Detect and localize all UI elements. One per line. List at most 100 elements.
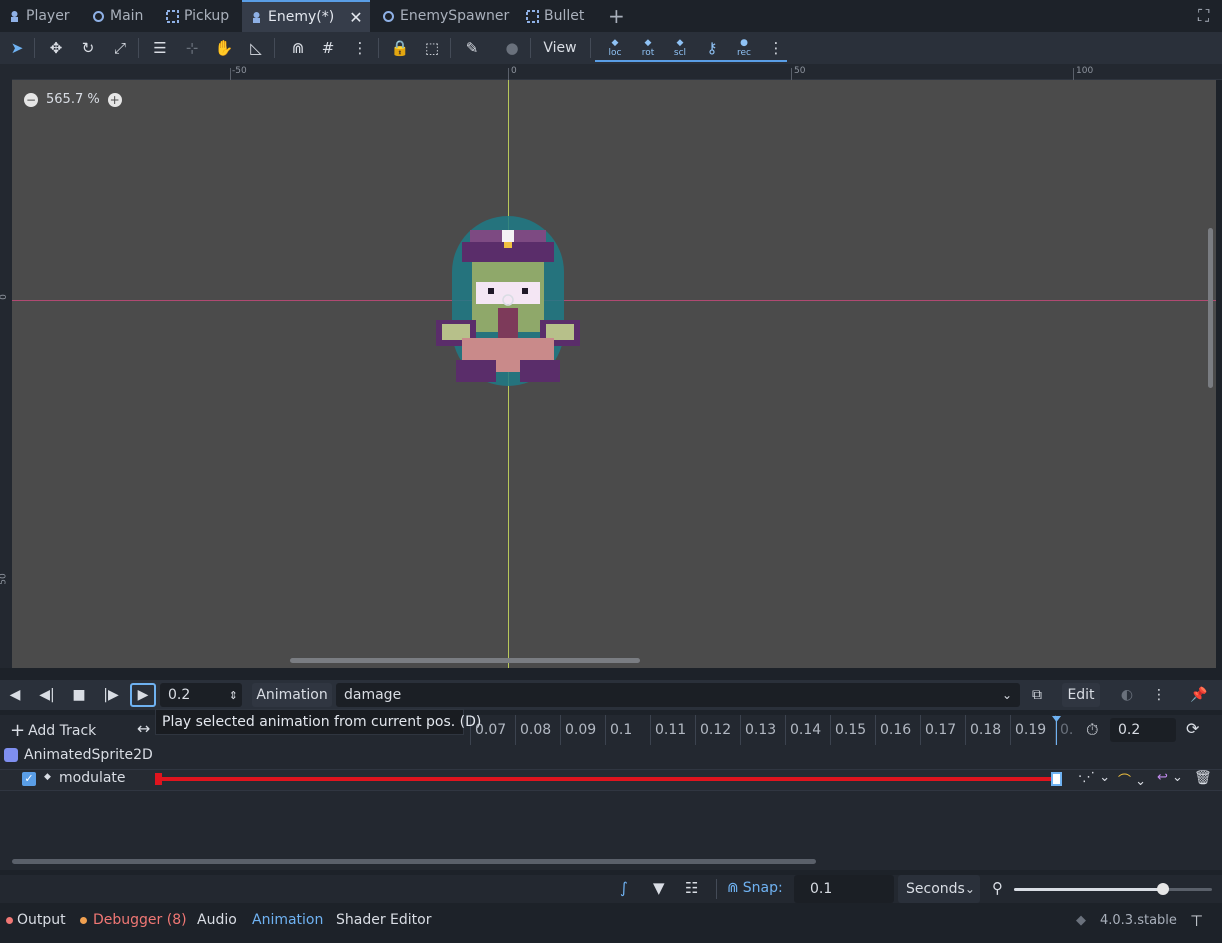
keyframe-selected[interactable] <box>1051 772 1062 786</box>
area-icon <box>526 9 539 23</box>
tab-label: Main <box>110 8 144 24</box>
tracks-horizontal-scrollbar[interactable] <box>12 859 816 864</box>
horizontal-scrollbar[interactable] <box>290 658 640 663</box>
ruler-mode-icon[interactable]: ◺ <box>244 36 268 60</box>
play-from-current-button[interactable]: ▶ <box>130 683 156 707</box>
smart-snap-icon[interactable]: ⋒ <box>286 36 310 60</box>
key-scl-label: scl <box>673 48 687 58</box>
key-rotation-icon[interactable]: ◆ rot <box>636 36 660 60</box>
tab-enemy[interactable]: Enemy(*) ✕ <box>242 0 370 32</box>
group-icon[interactable]: ⬚ <box>420 36 444 60</box>
separator <box>138 38 139 58</box>
animated-sprite-icon <box>4 748 18 762</box>
update-mode-icon[interactable]: ·⋰ ⌄ <box>1078 770 1110 785</box>
animation-menu[interactable]: Animation <box>252 683 332 707</box>
status-dot-icon <box>80 916 87 924</box>
snap-unit-select[interactable]: Seconds ⌄ <box>898 875 980 903</box>
add-tab-plus-icon[interactable]: + <box>600 0 628 32</box>
pin-icon[interactable]: 📌 <box>1188 683 1210 707</box>
horizontal-ruler[interactable]: -50 0 50 100 <box>12 64 1222 80</box>
interpolation-icon[interactable]: ⌒ ⌄ <box>1118 770 1146 789</box>
key-location-icon[interactable]: ◆ loc <box>603 36 627 60</box>
skeleton-icon[interactable]: ✎ <box>460 36 484 60</box>
animation-tab[interactable]: Animation <box>252 912 323 928</box>
circle-icon <box>382 10 395 23</box>
output-tab[interactable]: Output <box>6 912 66 928</box>
key-toolbar-underline <box>595 60 787 62</box>
play-backwards-from-end-icon[interactable]: ◀| <box>36 683 58 707</box>
insert-key-icon[interactable]: ⚷ <box>700 36 724 60</box>
snap-step-field[interactable]: 0.1 <box>794 875 894 903</box>
selected-animation: damage <box>344 687 402 703</box>
vertical-scrollbar[interactable] <box>1208 228 1213 388</box>
zoom-slider[interactable] <box>1014 883 1212 895</box>
autoplay-icon[interactable]: ⧉ <box>1026 683 1048 707</box>
snap-toggle[interactable]: ⋒ Snap: <box>727 880 783 896</box>
tab-main[interactable]: Main <box>84 0 156 32</box>
zoom-out-icon[interactable]: − <box>24 92 38 107</box>
filter-icon[interactable]: ▼ <box>653 879 665 897</box>
status-dot-icon <box>6 916 13 924</box>
animation-select[interactable]: damage ⌄ <box>336 683 1020 707</box>
zoom-slider-handle[interactable] <box>1156 883 1169 895</box>
move-mode-icon[interactable]: ✥ <box>44 36 68 60</box>
rotate-mode-icon[interactable]: ↻ <box>76 36 100 60</box>
timeline-tick: 0.19 <box>1010 715 1046 745</box>
zoom-fit-icon[interactable]: ↔ <box>137 719 150 738</box>
select-mode-icon[interactable]: ➤ <box>5 36 29 60</box>
enemy-sprite[interactable] <box>432 212 584 390</box>
auto-key-icon[interactable]: ● rec <box>732 36 756 60</box>
key-scale-icon[interactable]: ◆ scl <box>668 36 692 60</box>
delete-track-icon[interactable]: 🗑 <box>1194 770 1212 786</box>
pivot-icon[interactable]: ⊹ <box>180 36 204 60</box>
tab-player[interactable]: Player <box>0 0 80 32</box>
camera-override-icon[interactable]: ● <box>500 36 524 60</box>
track-enable-checkbox[interactable]: ✓ <box>22 772 36 786</box>
onion-skin-icon[interactable]: ◐ <box>1116 683 1138 707</box>
more-options-icon[interactable]: ⋮ <box>1148 683 1170 707</box>
area-icon <box>166 9 179 23</box>
loop-icon[interactable]: ⟳ <box>1186 719 1199 738</box>
view-menu[interactable]: View <box>538 36 582 60</box>
track-group-row[interactable]: AnimatedSprite2D <box>4 747 153 763</box>
play-backwards-icon[interactable]: ◀ <box>4 683 26 707</box>
expand-panel-icon[interactable]: ⊤ <box>1190 912 1203 930</box>
audio-tab[interactable]: Audio <box>197 912 237 928</box>
tab-enemyspawner[interactable]: EnemySpawner <box>374 0 514 32</box>
group-tracks-icon[interactable]: ☷ <box>685 879 698 897</box>
vertical-ruler[interactable]: 0 50 <box>0 64 12 668</box>
stop-icon[interactable]: ■ <box>68 683 90 707</box>
keyframe-start[interactable] <box>155 773 162 785</box>
animation-length-field[interactable]: 0.2 <box>1110 718 1176 742</box>
zoom-level[interactable]: 565.7 % <box>46 92 100 107</box>
tab-label: Pickup <box>184 8 230 24</box>
play-from-start-icon[interactable]: |▶ <box>100 683 122 707</box>
scale-mode-icon[interactable]: ⤢ <box>108 36 132 60</box>
edit-menu[interactable]: Edit <box>1062 683 1100 707</box>
property-track-icon: ◆ <box>44 772 51 782</box>
bezier-curve-icon[interactable]: ∫ <box>620 879 628 897</box>
timer-icon: ⏱ <box>1086 720 1099 739</box>
tab-bullet[interactable]: Bullet <box>518 0 596 32</box>
list-select-icon[interactable]: ☰ <box>148 36 172 60</box>
shader-editor-tab[interactable]: Shader Editor <box>336 912 431 928</box>
ruler-label: -50 <box>232 66 247 76</box>
key-options-icon[interactable]: ⋮ <box>764 36 788 60</box>
pan-mode-icon[interactable]: ✋ <box>212 36 236 60</box>
loop-wrap-icon[interactable]: ↩ ⌄ <box>1157 770 1183 785</box>
zoom-in-icon[interactable]: + <box>107 92 122 107</box>
lock-icon[interactable]: 🔒 <box>388 36 412 60</box>
add-track-button[interactable]: + Add Track <box>10 720 96 741</box>
animation-time-field[interactable]: 0.2 ⇕ <box>160 683 242 707</box>
grid-snap-icon[interactable]: # <box>316 36 340 60</box>
close-icon[interactable]: ✕ <box>349 8 362 27</box>
distraction-free-icon[interactable]: ⛶ <box>1190 0 1218 32</box>
ruler-label: 0 <box>511 66 517 76</box>
snap-options-icon[interactable]: ⋮ <box>348 36 372 60</box>
spinner-icon[interactable]: ⇕ <box>229 689 238 702</box>
timeline-tick: 0.14 <box>785 715 821 745</box>
tab-pickup[interactable]: Pickup <box>158 0 240 32</box>
debugger-tab[interactable]: Debugger (8) <box>80 912 187 928</box>
timeline-tick: 0.09 <box>560 715 596 745</box>
canvas-viewport[interactable]: − 565.7 % + <box>12 80 1216 668</box>
